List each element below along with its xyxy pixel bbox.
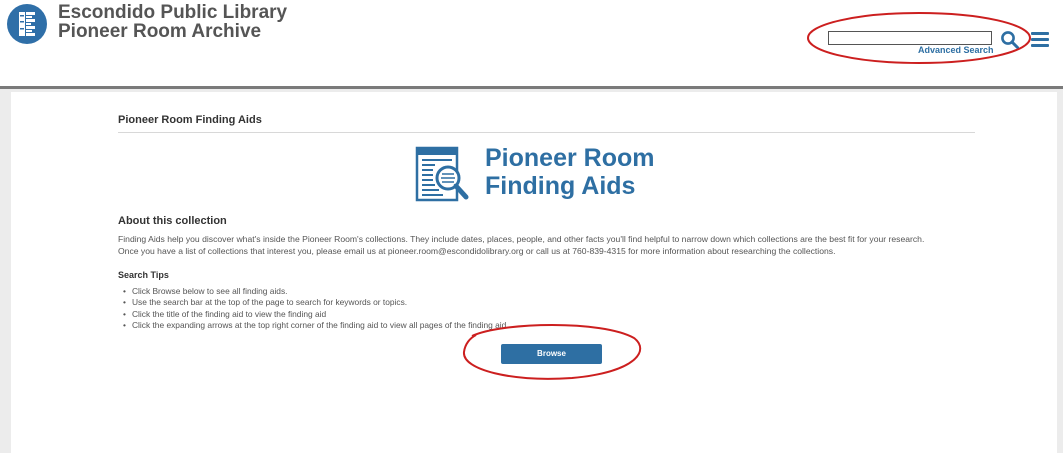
about-heading: About this collection xyxy=(118,215,227,227)
finding-aids-banner: Pioneer Room Finding Aids xyxy=(407,142,692,204)
magnifier-icon xyxy=(1001,31,1019,49)
list-item: Click the title of the finding aid to vi… xyxy=(123,309,509,320)
document-magnifier-icon xyxy=(415,146,469,202)
site-title[interactable]: Escondido Public Library Pioneer Room Ar… xyxy=(58,3,287,41)
banner-title-line1: Pioneer Room xyxy=(485,144,655,172)
hamburger-menu-icon[interactable] xyxy=(1031,32,1049,48)
about-line-2: Once you have a list of collections that… xyxy=(118,246,836,256)
search-input[interactable] xyxy=(828,31,992,45)
main-content: Pioneer Room Finding Aids Pioneer Room F… xyxy=(11,92,1057,453)
list-item: Click Browse below to see all finding ai… xyxy=(123,286,509,297)
site-header: Escondido Public Library Pioneer Room Ar… xyxy=(0,0,1063,86)
site-title-line1: Escondido Public Library xyxy=(58,2,288,23)
about-line-1: Finding Aids help you discover what's in… xyxy=(118,234,925,244)
list-item: Use the search bar at the top of the pag… xyxy=(123,297,509,308)
about-paragraph: Finding Aids help you discover what's in… xyxy=(118,233,998,257)
advanced-search-link[interactable]: Advanced Search xyxy=(918,45,994,55)
list-item: Click the expanding arrows at the top ri… xyxy=(123,320,509,331)
search-tips-list: Click Browse below to see all finding ai… xyxy=(123,286,509,331)
title-divider xyxy=(118,132,975,133)
page-frame: Pioneer Room Finding Aids Pioneer Room F… xyxy=(0,86,1063,453)
browse-button[interactable]: Browse xyxy=(501,344,602,364)
banner-title-line2: Finding Aids xyxy=(485,172,636,200)
frame-top-border xyxy=(0,86,1063,89)
site-title-line2: Pioneer Room Archive xyxy=(58,21,262,42)
page-title: Pioneer Room Finding Aids xyxy=(118,114,262,126)
banner-title: Pioneer Room Finding Aids xyxy=(485,144,654,200)
library-e-logo-icon[interactable] xyxy=(7,4,47,44)
search-button[interactable] xyxy=(1000,30,1020,50)
search-tips-heading: Search Tips xyxy=(118,270,169,280)
